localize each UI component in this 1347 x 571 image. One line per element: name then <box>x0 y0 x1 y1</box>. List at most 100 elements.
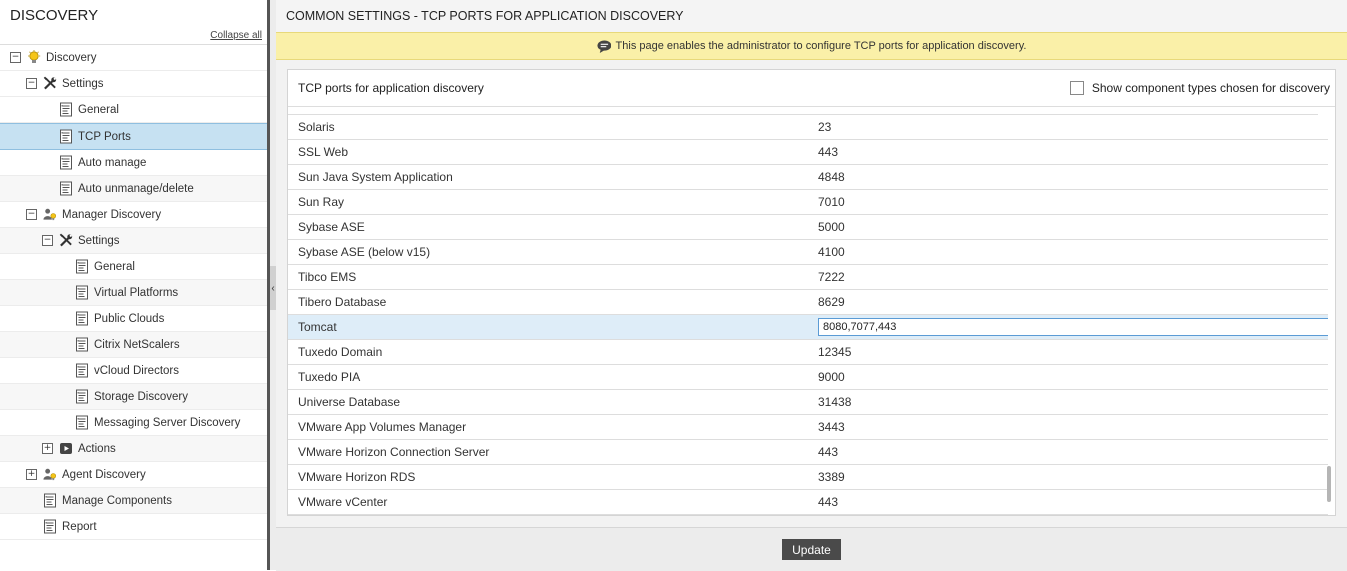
port-input[interactable] <box>818 318 1328 336</box>
sidebar-item-citrix-netscalers[interactable]: Citrix NetScalers <box>0 332 267 358</box>
sidebar-item-actions[interactable]: + Actions <box>0 436 267 462</box>
table-row[interactable]: Solaris 23 <box>288 115 1328 140</box>
component-name-cell: VMware vCenter <box>298 495 388 509</box>
sidebar-item-general[interactable]: General <box>0 97 267 123</box>
page-title: COMMON SETTINGS - TCP PORTS FOR APPLICAT… <box>276 0 1347 32</box>
port-cell[interactable]: 443 <box>818 495 1328 509</box>
sidebar-item-auto-manage[interactable]: Auto manage <box>0 150 267 176</box>
collapse-all-row: Collapse all <box>0 30 267 44</box>
sidebar-item-messaging-server-discovery[interactable]: Messaging Server Discovery <box>0 410 267 436</box>
document-icon <box>75 337 89 352</box>
port-cell[interactable]: 9000 <box>818 370 1328 384</box>
update-button[interactable]: Update <box>782 539 841 560</box>
port-cell[interactable] <box>818 318 1328 336</box>
sidebar-item-virtual-platforms[interactable]: Virtual Platforms <box>0 280 267 306</box>
sidebar-item-tcp-ports[interactable]: TCP Ports <box>0 123 267 150</box>
collapse-icon[interactable]: − <box>26 78 37 89</box>
table-row[interactable]: Sybase ASE 5000 <box>288 215 1328 240</box>
collapse-all-link[interactable]: Collapse all <box>210 30 262 41</box>
port-cell[interactable]: 443 <box>818 145 1328 159</box>
sidebar-item-label: Virtual Platforms <box>94 286 179 299</box>
sidebar-item-settings[interactable]: − Settings <box>0 228 267 254</box>
collapse-icon[interactable]: − <box>10 52 21 63</box>
table-row[interactable]: Tuxedo PIA 9000 <box>288 365 1328 390</box>
port-cell[interactable]: 23 <box>818 120 1328 134</box>
table-row[interactable]: Tibero Database 8629 <box>288 290 1328 315</box>
port-cell[interactable]: 5000 <box>818 220 1328 234</box>
sidebar-item-public-clouds[interactable]: Public Clouds <box>0 306 267 332</box>
table-row[interactable]: VMware App Volumes Manager 3443 <box>288 415 1328 440</box>
table-row[interactable]: Sybase ASE (below v15) 4100 <box>288 240 1328 265</box>
table-row[interactable]: VMware Horizon RDS 3389 <box>288 465 1328 490</box>
port-cell[interactable]: 8629 <box>818 295 1328 309</box>
component-name-cell: Tibco EMS <box>298 270 357 284</box>
table-row[interactable]: VMware Horizon Connection Server 443 <box>288 440 1328 465</box>
table-row[interactable]: Sun Java System Application 4848 <box>288 165 1328 190</box>
document-icon <box>75 389 89 404</box>
chevron-left-icon: ‹ <box>271 282 275 294</box>
component-name-cell: VMware Horizon RDS <box>298 470 416 484</box>
sidebar-item-label: TCP Ports <box>78 130 131 143</box>
table-row[interactable]: Tuxedo Domain 12345 <box>288 340 1328 365</box>
tcp-ports-panel: TCP ports for application discovery Show… <box>287 69 1336 516</box>
sidebar-item-settings[interactable]: − Settings <box>0 71 267 97</box>
port-cell[interactable]: 3389 <box>818 470 1328 484</box>
sidebar-item-vcloud-directors[interactable]: vCloud Directors <box>0 358 267 384</box>
sidebar-item-general[interactable]: General <box>0 254 267 280</box>
sidebar-item-label: Public Clouds <box>94 312 165 325</box>
component-name-cell: VMware Horizon Connection Server <box>298 445 490 459</box>
port-cell[interactable]: 7222 <box>818 270 1328 284</box>
component-name-cell: Sun Java System Application <box>298 170 453 184</box>
table-row[interactable]: Sun Ray 7010 <box>288 190 1328 215</box>
port-cell[interactable]: 4848 <box>818 170 1328 184</box>
table-scrollbar[interactable] <box>1327 110 1332 512</box>
expand-icon[interactable]: + <box>26 469 37 480</box>
tools-icon <box>43 76 57 91</box>
sidebar-item-auto-unmanage-delete[interactable]: Auto unmanage/delete <box>0 176 267 202</box>
table-row[interactable]: SSL Web 443 <box>288 140 1328 165</box>
sidebar-item-label: Discovery <box>46 51 97 64</box>
sidebar-item-agent-discovery[interactable]: + Agent Discovery <box>0 462 267 488</box>
collapse-sidebar-handle[interactable]: ‹ <box>267 266 276 310</box>
component-name-cell: Tuxedo Domain <box>298 345 383 359</box>
scrollbar-thumb[interactable] <box>1327 466 1331 502</box>
sidebar-item-label: Manage Components <box>62 494 172 507</box>
sidebar-item-label: vCloud Directors <box>94 364 179 377</box>
table-row[interactable]: Universe Database 31438 <box>288 390 1328 415</box>
table-row[interactable]: Tomcat <box>288 315 1328 340</box>
navigation-tree: − Discovery − Settings General TCP Ports Auto … <box>0 44 267 540</box>
sidebar-title: DISCOVERY <box>10 6 99 24</box>
sidebar-item-manage-components[interactable]: Manage Components <box>0 488 267 514</box>
port-cell[interactable]: 31438 <box>818 395 1328 409</box>
table-row[interactable]: Tibco EMS 7222 <box>288 265 1328 290</box>
play-icon <box>59 441 73 456</box>
show-component-types-label: Show component types chosen for discover… <box>1091 81 1330 95</box>
sidebar-item-storage-discovery[interactable]: Storage Discovery <box>0 384 267 410</box>
component-name-cell: Universe Database <box>298 395 401 409</box>
info-bar: This page enables the administrator to c… <box>276 32 1347 60</box>
port-cell[interactable]: 3443 <box>818 420 1328 434</box>
expand-icon[interactable]: + <box>42 443 53 454</box>
tools-icon <box>59 233 73 248</box>
sidebar-item-label: Settings <box>62 77 104 90</box>
document-icon <box>59 102 73 117</box>
sidebar-item-label: Actions <box>78 442 116 455</box>
collapse-icon[interactable]: − <box>26 209 37 220</box>
sidebar-item-manager-discovery[interactable]: − Manager Discovery <box>0 202 267 228</box>
port-cell[interactable]: 12345 <box>818 345 1328 359</box>
sidebar-item-report[interactable]: Report <box>0 514 267 540</box>
document-icon <box>59 181 73 196</box>
show-component-types-checkbox[interactable] <box>1069 81 1084 95</box>
port-cell[interactable]: 443 <box>818 445 1328 459</box>
table-row[interactable]: VMware vCenter 443 <box>288 490 1328 515</box>
collapse-icon[interactable]: − <box>42 235 53 246</box>
component-name-cell: Solaris <box>298 120 335 134</box>
sidebar-item-discovery[interactable]: − Discovery <box>0 45 267 71</box>
component-name-cell: Tuxedo PIA <box>298 370 361 384</box>
port-cell[interactable]: 7010 <box>818 195 1328 209</box>
port-cell[interactable]: 4100 <box>818 245 1328 259</box>
ports-table: Solaris 23 SSL Web 443 Sun Java System Appli… <box>288 107 1328 515</box>
sidebar-item-label: Messaging Server Discovery <box>94 416 241 429</box>
sidebar-item-label: Report <box>62 520 97 533</box>
show-component-types-option[interactable]: Show component types chosen for discover… <box>1069 81 1330 95</box>
